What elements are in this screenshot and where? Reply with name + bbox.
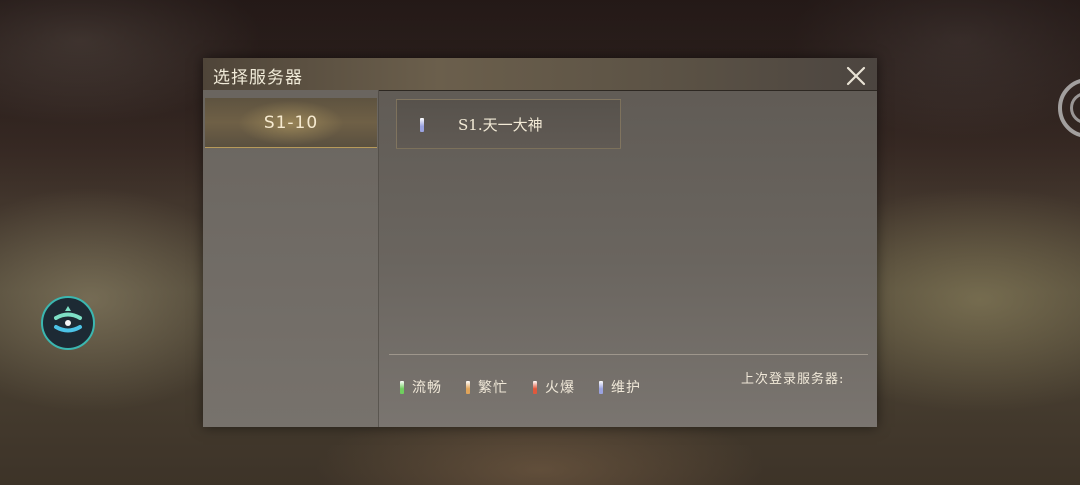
close-button[interactable] bbox=[844, 64, 868, 88]
legend-label-smooth: 流畅 bbox=[412, 380, 442, 396]
legend-hot: 火爆 bbox=[533, 378, 575, 396]
server-range-sidebar: S1-10 bbox=[203, 90, 379, 427]
legend-swatch-maintenance bbox=[599, 380, 603, 394]
server-select-dialog: 选择服务器 S1-10 S1.天一大神 流畅 繁忙 火爆 维护 上次登录服务器: bbox=[203, 58, 877, 427]
legend-swatch-hot bbox=[533, 380, 537, 394]
legend-smooth: 流畅 bbox=[400, 378, 442, 396]
last-login-label: 上次登录服务器: bbox=[741, 372, 845, 387]
legend-label-maintenance: 维护 bbox=[611, 380, 641, 396]
server-item-s1[interactable]: S1.天一大神 bbox=[396, 99, 621, 149]
legend-swatch-smooth bbox=[400, 380, 404, 394]
logo-glyph bbox=[54, 306, 82, 333]
legend-maintenance: 维护 bbox=[599, 378, 641, 396]
dialog-header: 选择服务器 bbox=[203, 58, 877, 91]
legend-divider bbox=[389, 354, 868, 355]
range-tab-s1-10[interactable]: S1-10 bbox=[205, 98, 377, 148]
server-name: S1.天一大神 bbox=[458, 116, 543, 134]
legend-busy: 繁忙 bbox=[466, 378, 508, 396]
legend-swatch-busy bbox=[466, 380, 470, 394]
server-status-indicator bbox=[420, 118, 424, 132]
legend-label-hot: 火爆 bbox=[545, 380, 575, 396]
legend-label-busy: 繁忙 bbox=[478, 380, 508, 396]
range-tab-label: S1-10 bbox=[263, 112, 319, 133]
close-x-icon bbox=[846, 66, 866, 86]
guopan-logo-icon[interactable] bbox=[41, 296, 95, 350]
dialog-title: 选择服务器 bbox=[213, 68, 303, 88]
